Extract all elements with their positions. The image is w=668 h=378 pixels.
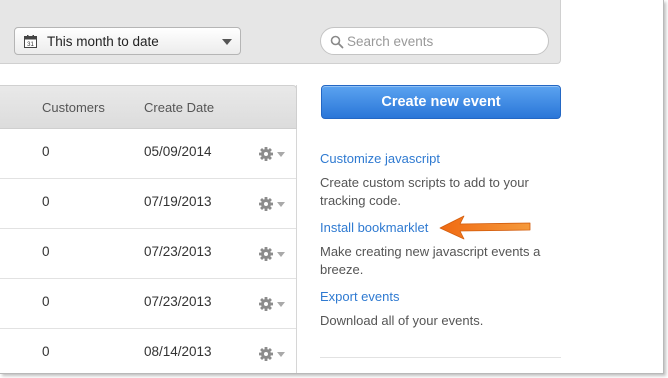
gear-icon[interactable] — [258, 196, 288, 212]
create-date-cell: 07/19/2013 — [144, 194, 212, 209]
gear-icon[interactable] — [258, 346, 288, 362]
create-date-cell: 05/09/2014 — [144, 144, 212, 159]
create-date-cell: 07/23/2013 — [144, 294, 212, 309]
svg-text:31: 31 — [27, 42, 34, 48]
export-events-link[interactable]: Export events — [320, 289, 400, 304]
table-row: 0 07/23/2013 — [0, 229, 296, 279]
column-header-customers[interactable]: Customers — [42, 100, 105, 115]
search-icon — [330, 35, 344, 49]
date-range-select[interactable]: 31 This month to date — [14, 27, 241, 55]
search-box[interactable] — [320, 27, 549, 55]
gear-icon[interactable] — [258, 246, 288, 262]
calendar-icon: 31 — [24, 35, 37, 48]
export-events-description: Download all of your events. — [320, 313, 484, 328]
create-date-cell: 08/14/2013 — [144, 344, 212, 359]
customers-cell: 0 — [42, 244, 50, 259]
install-bookmarklet-link[interactable]: Install bookmarklet — [320, 220, 428, 235]
gear-icon[interactable] — [258, 296, 288, 312]
customers-cell: 0 — [42, 194, 50, 209]
create-new-event-button[interactable]: Create new event — [321, 85, 561, 119]
column-header-create-date[interactable]: Create Date — [144, 100, 214, 115]
chevron-down-icon — [222, 39, 232, 45]
table-row: 0 07/23/2013 — [0, 279, 296, 329]
filter-bar: 31 This month to date — [0, 0, 561, 64]
customize-javascript-description: Create custom scripts to add to your tra… — [320, 175, 529, 208]
date-range-value: This month to date — [47, 34, 159, 49]
customers-cell: 0 — [42, 144, 50, 159]
table-row: 0 05/09/2014 — [0, 129, 296, 179]
arrow-annotation-icon — [439, 215, 531, 240]
customers-cell: 0 — [42, 294, 50, 309]
install-bookmarklet-description: Make creating new javascript events a br… — [320, 244, 541, 277]
events-table: Customers Create Date 0 05/09/2014 0 07/… — [0, 85, 297, 373]
create-date-cell: 07/23/2013 — [144, 244, 212, 259]
table-row: 0 08/14/2013 — [0, 329, 296, 373]
sidebar-divider — [320, 357, 561, 358]
table-header: Customers Create Date — [0, 85, 297, 129]
table-row: 0 07/19/2013 — [0, 179, 296, 229]
search-input[interactable] — [347, 32, 542, 51]
customize-javascript-link[interactable]: Customize javascript — [320, 151, 440, 166]
gear-icon[interactable] — [258, 146, 288, 162]
customers-cell: 0 — [42, 344, 50, 359]
app-frame: 31 This month to date Customers Create D… — [0, 0, 664, 374]
